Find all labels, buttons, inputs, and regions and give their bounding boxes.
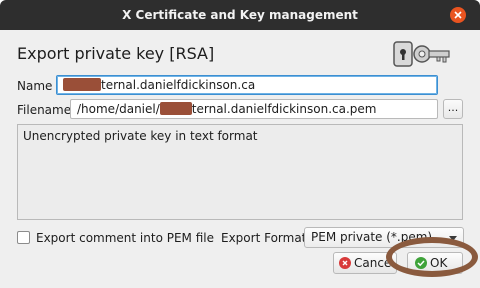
- filename-prefix: /home/daniel/: [77, 102, 160, 116]
- export-comment-label[interactable]: Export comment into PEM file: [36, 231, 214, 245]
- filename-label: Filename: [17, 103, 72, 117]
- cancel-icon: [339, 257, 351, 269]
- name-value: ternal.danielfdickinson.ca: [101, 78, 256, 92]
- redacted-text: [159, 102, 192, 115]
- key-icon: [393, 41, 450, 67]
- dialog-window: X Certificate and Key management Export …: [0, 0, 480, 288]
- filename-input[interactable]: /home/daniel/ternal.danielfdickinson.ca.…: [70, 99, 438, 119]
- name-label: Name: [17, 79, 53, 93]
- export-format-label: Export Format: [221, 231, 307, 245]
- name-input[interactable]: ternal.danielfdickinson.ca: [56, 75, 438, 95]
- titlebar: X Certificate and Key management: [0, 0, 480, 30]
- description-area[interactable]: Unencrypted private key in text format: [17, 124, 463, 220]
- window-title: X Certificate and Key management: [122, 8, 358, 22]
- filename-suffix: ternal.danielfdickinson.ca.pem: [191, 102, 377, 116]
- dialog-heading: Export private key [RSA]: [17, 44, 215, 63]
- close-icon: [454, 11, 462, 19]
- redacted-text: [63, 78, 101, 91]
- description-text: Unencrypted private key in text format: [23, 129, 258, 143]
- close-button[interactable]: [450, 7, 466, 23]
- browse-button[interactable]: ...: [443, 99, 463, 119]
- export-comment-checkbox[interactable]: [17, 231, 30, 244]
- annotation-ring: [386, 237, 478, 277]
